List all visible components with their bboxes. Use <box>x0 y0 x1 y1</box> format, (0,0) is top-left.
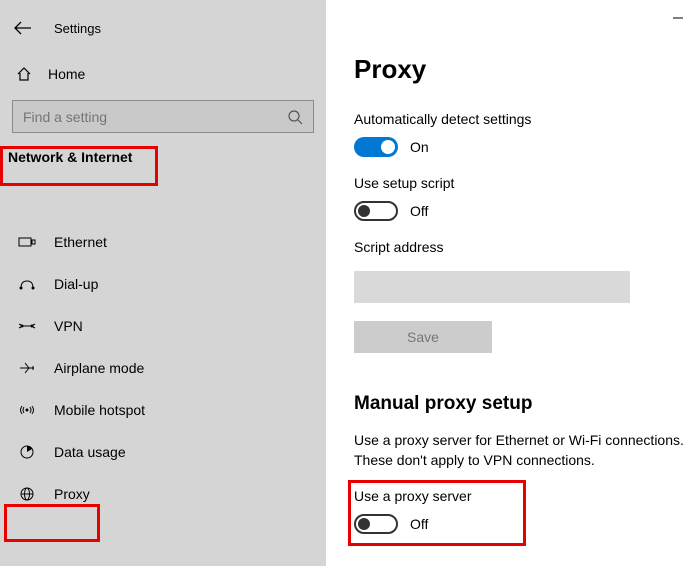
home-icon <box>16 66 32 82</box>
script-address-input[interactable] <box>354 271 630 303</box>
use-proxy-state: Off <box>410 516 428 532</box>
titlebar: Settings <box>0 10 326 46</box>
sidebar-item-label: Proxy <box>54 486 90 502</box>
search-icon <box>287 109 303 125</box>
auto-detect-toggle[interactable] <box>354 137 398 157</box>
sidebar-item-label: Ethernet <box>54 234 107 250</box>
ethernet-icon <box>18 234 36 250</box>
main-content: Proxy Automatically detect settings On U… <box>326 0 700 566</box>
use-proxy-toggle[interactable] <box>354 514 398 534</box>
home-label: Home <box>48 66 85 82</box>
use-script-label: Use setup script <box>354 175 700 191</box>
sidebar-item-label: Data usage <box>54 444 126 460</box>
search-input[interactable] <box>12 100 314 133</box>
auto-detect-state: On <box>410 139 429 155</box>
save-button[interactable]: Save <box>354 321 492 353</box>
use-script-state: Off <box>410 203 428 219</box>
sidebar-item-datausage[interactable]: Data usage <box>0 431 326 473</box>
sidebar-item-label: Airplane mode <box>54 360 144 376</box>
search-field[interactable] <box>23 109 243 125</box>
script-address-label: Script address <box>354 239 700 255</box>
app-title: Settings <box>54 21 101 36</box>
minimize-icon[interactable] <box>672 12 684 24</box>
dialup-icon <box>18 276 36 292</box>
use-proxy-label: Use a proxy server <box>354 488 700 504</box>
airplane-icon <box>18 360 36 376</box>
sidebar-nav: Ethernet Dial-up VPN Airplane mode Mobil… <box>0 221 326 515</box>
manual-proxy-desc: Use a proxy server for Ethernet or Wi-Fi… <box>354 431 700 470</box>
hotspot-icon <box>18 402 36 418</box>
sidebar-item-ethernet[interactable]: Ethernet <box>0 221 326 263</box>
sidebar-item-dialup[interactable]: Dial-up <box>0 263 326 305</box>
use-script-toggle[interactable] <box>354 201 398 221</box>
page-title: Proxy <box>354 54 700 85</box>
sidebar-item-hotspot[interactable]: Mobile hotspot <box>0 389 326 431</box>
sidebar-section-title: Network & Internet <box>0 133 132 171</box>
vpn-icon <box>18 318 36 334</box>
proxy-icon <box>18 486 36 502</box>
sidebar-item-airplane[interactable]: Airplane mode <box>0 347 326 389</box>
back-icon[interactable] <box>14 21 32 35</box>
sidebar-item-home[interactable]: Home <box>0 54 326 92</box>
sidebar-item-vpn[interactable]: VPN <box>0 305 326 347</box>
manual-proxy-heading: Manual proxy setup <box>354 393 700 415</box>
sidebar: Settings Home Network & Internet Etherne… <box>0 0 326 566</box>
sidebar-item-label: Mobile hotspot <box>54 402 145 418</box>
sidebar-item-label: VPN <box>54 318 83 334</box>
auto-detect-label: Automatically detect settings <box>354 111 700 127</box>
sidebar-item-proxy[interactable]: Proxy <box>0 473 326 515</box>
datausage-icon <box>18 444 36 460</box>
sidebar-item-label: Dial-up <box>54 276 98 292</box>
